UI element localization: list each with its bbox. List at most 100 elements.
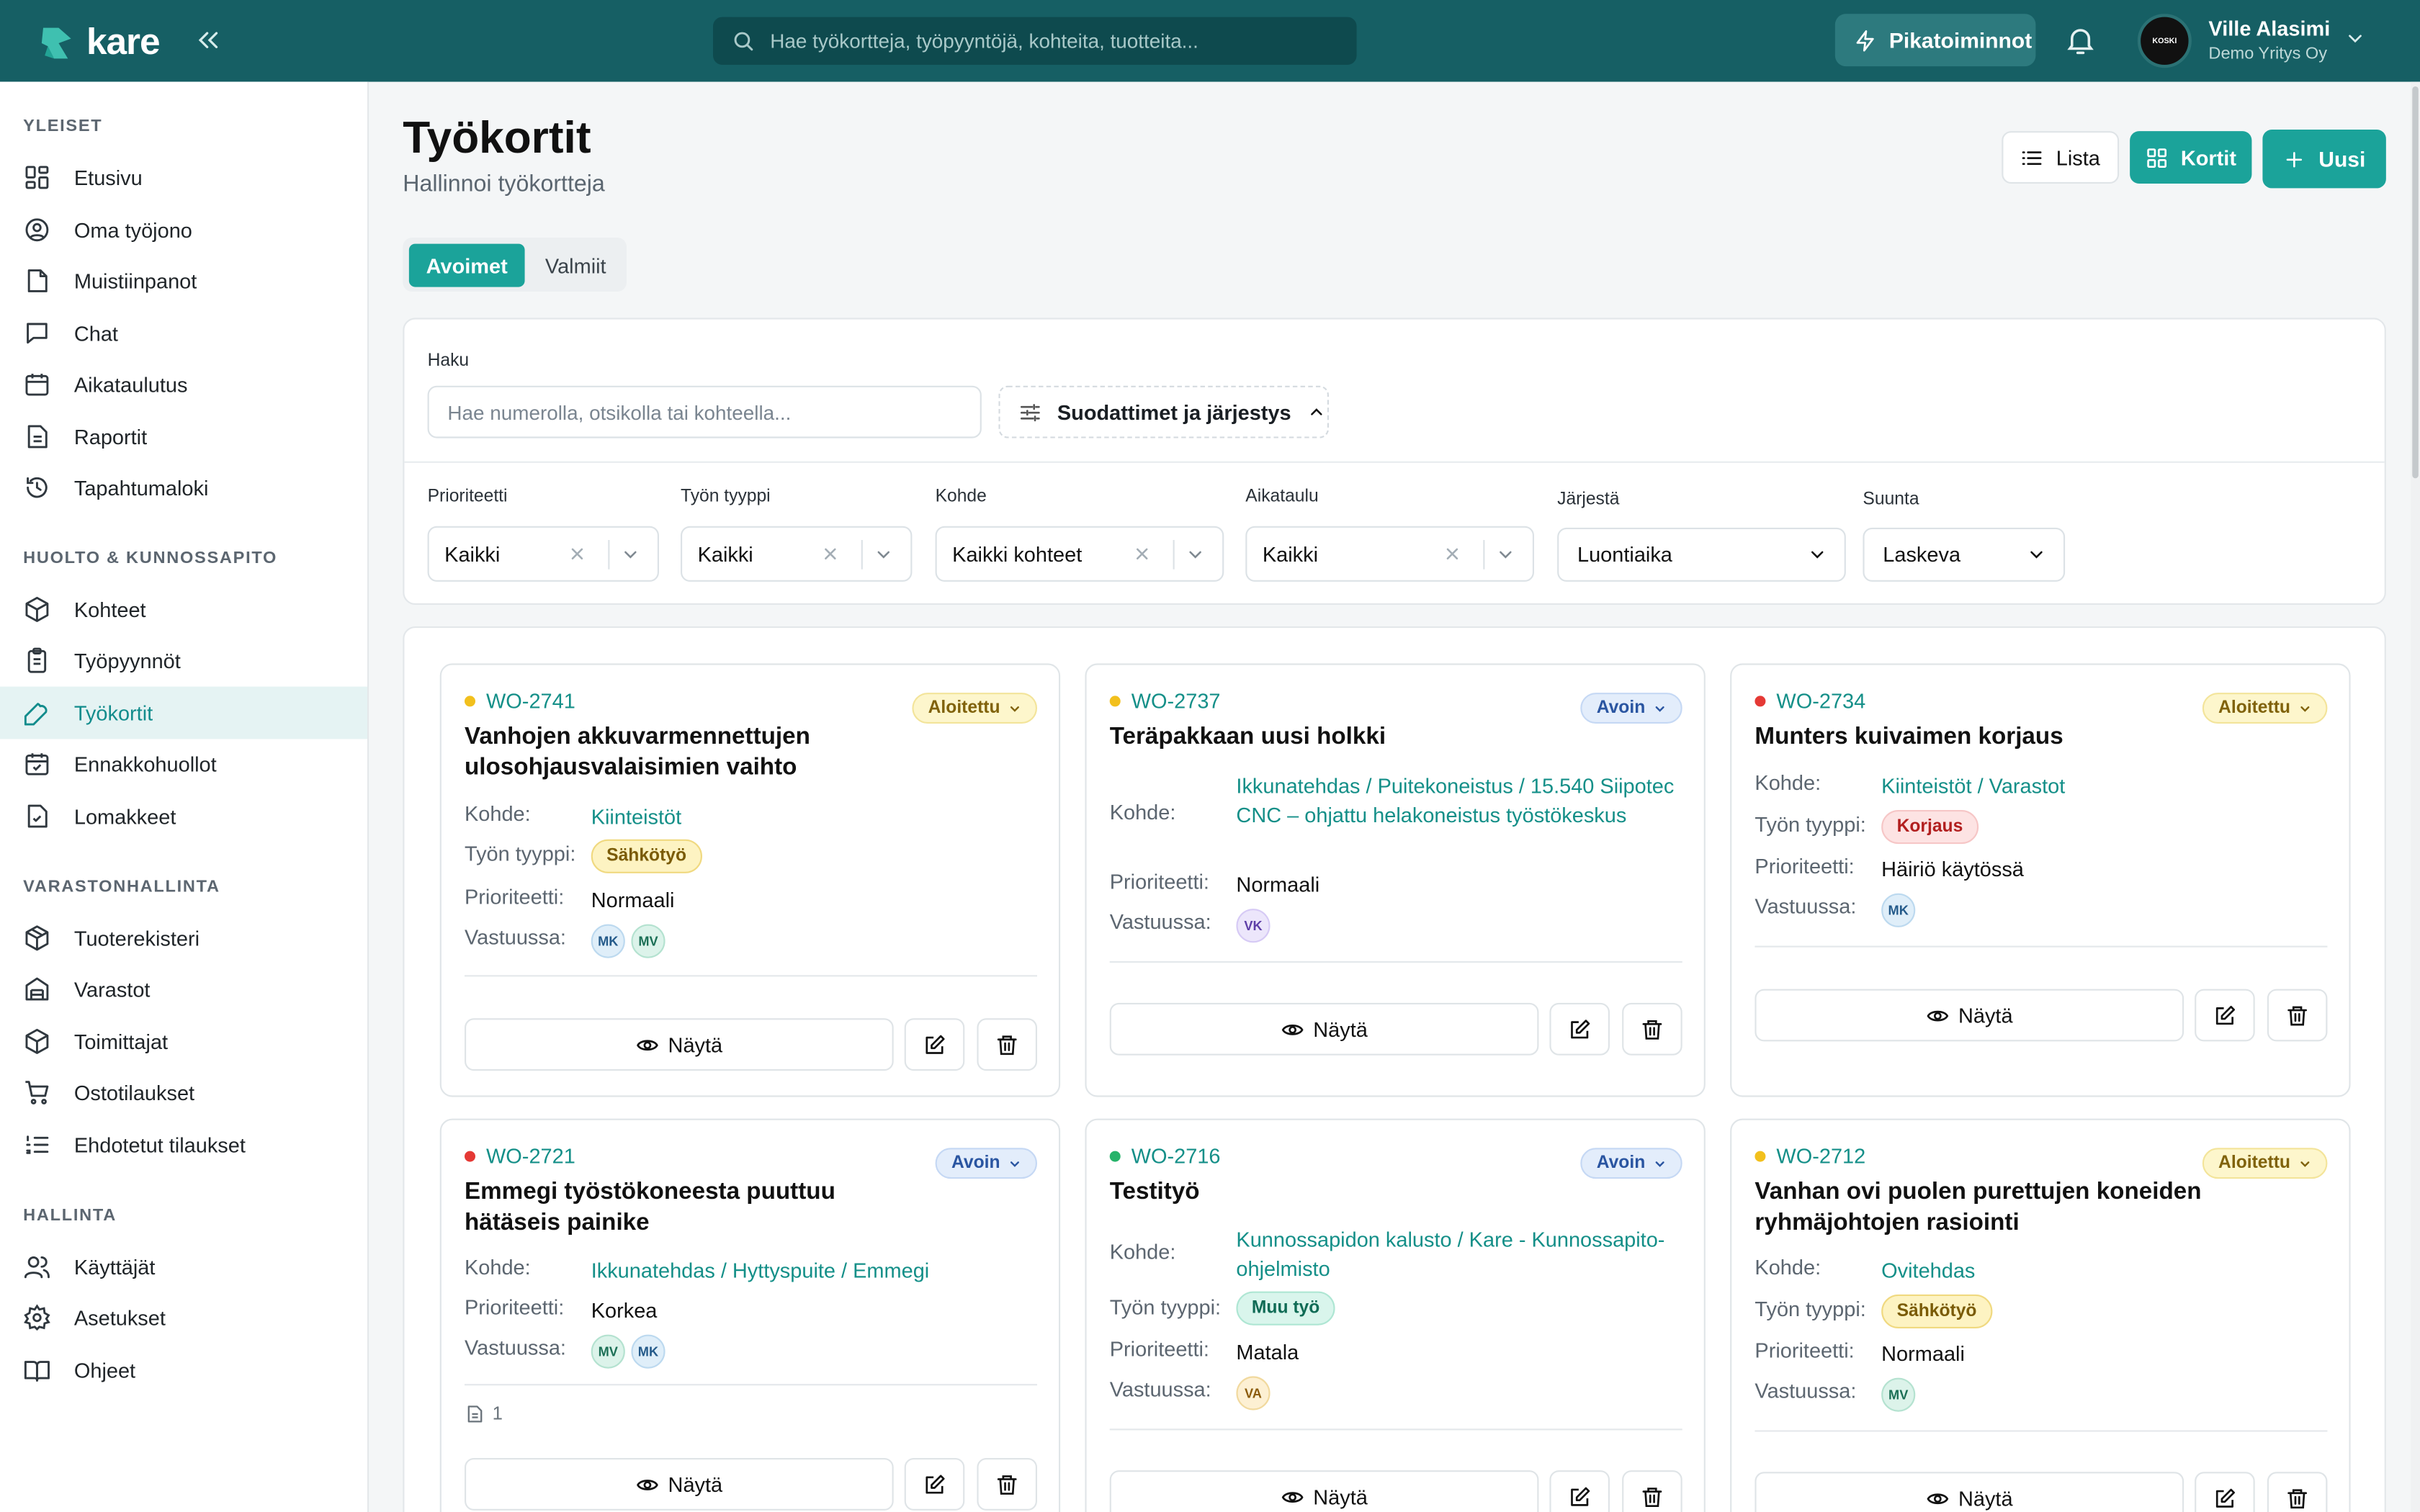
chevron-down-icon[interactable] bbox=[2344, 28, 2366, 50]
work-card[interactable]: WO-2712 Aloitettu Vanhan ovi puolen pure… bbox=[1730, 1118, 2351, 1512]
edit-button[interactable] bbox=[2195, 989, 2255, 1042]
edit-button[interactable] bbox=[1549, 1470, 1610, 1512]
delete-button[interactable] bbox=[977, 1018, 1037, 1071]
delete-button[interactable] bbox=[2267, 989, 2328, 1042]
logo[interactable]: kare bbox=[37, 22, 161, 65]
avatar[interactable]: MV bbox=[631, 924, 666, 958]
work-card[interactable]: WO-2737 Avoin Teräpakkaan uusi holkki Ko… bbox=[1085, 663, 1706, 1097]
status-badge[interactable]: Aloitettu bbox=[2202, 1148, 2328, 1179]
target-link[interactable]: Kiinteistöt / Varastot bbox=[1881, 771, 2329, 801]
edit-button[interactable] bbox=[1549, 1002, 1610, 1056]
target-link[interactable]: Ikkunatehdas / Hyttyspuite / Emmegi bbox=[591, 1256, 1039, 1285]
sidebar-item-raportit[interactable]: Raportit bbox=[0, 410, 367, 463]
clear-icon[interactable] bbox=[1133, 544, 1152, 563]
clear-icon[interactable] bbox=[821, 544, 840, 563]
edit-button[interactable] bbox=[2195, 1472, 2255, 1512]
avatar[interactable]: VA bbox=[1236, 1376, 1270, 1410]
chevron-down-icon[interactable] bbox=[1495, 544, 1515, 564]
view-button[interactable]: Näytä bbox=[1109, 1002, 1539, 1056]
delete-button[interactable] bbox=[1622, 1002, 1682, 1056]
edit-button[interactable] bbox=[904, 1018, 965, 1071]
work-order-id[interactable]: WO-2712 bbox=[1754, 1145, 1865, 1168]
work-card[interactable]: WO-2734 Aloitettu Munters kuivaimen korj… bbox=[1730, 663, 2351, 1097]
avatar[interactable]: MV bbox=[1881, 1377, 1916, 1412]
search-input[interactable]: Hae numerolla, otsikolla tai kohteella..… bbox=[427, 385, 982, 438]
sidebar-item-oma-tyojono[interactable]: Oma työjono bbox=[0, 204, 367, 256]
work-order-id[interactable]: WO-2737 bbox=[1109, 690, 1221, 713]
sidebar-item-kohteet[interactable]: Kohteet bbox=[0, 583, 367, 636]
sidebar-item-lomakkeet[interactable]: Lomakkeet bbox=[0, 790, 367, 842]
work-order-id[interactable]: WO-2721 bbox=[465, 1145, 575, 1168]
chevron-down-icon[interactable] bbox=[874, 544, 894, 564]
avatar[interactable]: MV bbox=[591, 1334, 625, 1369]
target-link[interactable]: Kunnossapidon kalusto / Kare - Kunnossap… bbox=[1236, 1225, 1683, 1283]
work-order-id[interactable]: WO-2734 bbox=[1754, 690, 1865, 713]
target-link[interactable]: Kiinteistöt bbox=[591, 802, 1039, 832]
sidebar-item-ehdotetut-tilaukset[interactable]: Ehdotetut tilaukset bbox=[0, 1119, 367, 1171]
tab-valmiit[interactable]: Valmiit bbox=[531, 244, 620, 287]
avatar[interactable]: MK bbox=[591, 924, 625, 958]
user-name[interactable]: Ville Alasimi bbox=[2208, 17, 2330, 40]
sidebar-item-tuoterekisteri[interactable]: Tuoterekisteri bbox=[0, 912, 367, 964]
avatar[interactable]: MK bbox=[631, 1334, 666, 1369]
sidebar-item-ostotilaukset[interactable]: Ostotilaukset bbox=[0, 1066, 367, 1119]
scrollbar-thumb[interactable] bbox=[2412, 86, 2419, 479]
cards-view-button[interactable]: Kortit bbox=[2130, 131, 2252, 184]
view-button[interactable]: Näytä bbox=[1754, 989, 2184, 1042]
sidebar-item-muistiinpanot[interactable]: Muistiinpanot bbox=[0, 255, 367, 307]
schedule-select[interactable]: Kaikki bbox=[1245, 526, 1534, 582]
work-type-select[interactable]: Kaikki bbox=[681, 526, 913, 582]
sidebar-item-ohjeet[interactable]: Ohjeet bbox=[0, 1344, 367, 1396]
edit-button[interactable] bbox=[904, 1457, 965, 1511]
delete-button[interactable] bbox=[977, 1457, 1037, 1511]
avatar[interactable]: MK bbox=[1881, 893, 1916, 927]
status-badge[interactable]: Aloitettu bbox=[913, 693, 1037, 724]
delete-button[interactable] bbox=[2267, 1472, 2328, 1512]
sidebar-item-etusivu[interactable]: Etusivu bbox=[0, 151, 367, 204]
work-card[interactable]: WO-2741 Aloitettu Vanhojen akkuvarmennet… bbox=[439, 663, 1061, 1097]
work-order-id[interactable]: WO-2716 bbox=[1109, 1145, 1221, 1168]
sidebar-item-ennakkohuollot[interactable]: Ennakkohuollot bbox=[0, 737, 367, 790]
target-link[interactable]: Ovitehdas bbox=[1881, 1256, 2329, 1285]
tab-avoimet[interactable]: Avoimet bbox=[408, 243, 525, 287]
sidebar-item-aikataulutus[interactable]: Aikataulutus bbox=[0, 358, 367, 410]
sidebar-item-toimittajat[interactable]: Toimittajat bbox=[0, 1015, 367, 1068]
global-search-input[interactable]: Hae työkortteja, työpyyntöjä, kohteita, … bbox=[712, 17, 1357, 66]
clear-icon[interactable] bbox=[568, 544, 587, 563]
sidebar-item-tapahtumaloki[interactable]: Tapahtumaloki bbox=[0, 462, 367, 514]
chevron-down-icon[interactable] bbox=[1186, 544, 1206, 564]
work-order-id[interactable]: WO-2741 bbox=[465, 690, 575, 713]
avatar[interactable]: VK bbox=[1236, 909, 1270, 943]
user-avatar[interactable]: KOSKI bbox=[2137, 14, 2192, 68]
sidebar-item-kayttajat[interactable]: Käyttäjät bbox=[0, 1241, 367, 1293]
quick-actions-button[interactable]: Pikatoiminnot bbox=[1834, 14, 2036, 67]
list-view-button[interactable]: Lista bbox=[2002, 131, 2120, 184]
sort-select[interactable]: Luontiaika bbox=[1557, 527, 1846, 582]
chevron-down-icon[interactable] bbox=[620, 544, 640, 564]
target-select[interactable]: Kaikki kohteet bbox=[935, 526, 1224, 582]
view-button[interactable]: Näytä bbox=[465, 1457, 894, 1511]
status-badge[interactable]: Avoin bbox=[936, 1148, 1037, 1179]
direction-select[interactable]: Laskeva bbox=[1863, 527, 2066, 582]
sidebar-item-varastot[interactable]: Varastot bbox=[0, 963, 367, 1015]
filters-toggle-button[interactable]: Suodattimet ja järjestys bbox=[998, 385, 1329, 438]
view-button[interactable]: Näytä bbox=[1109, 1470, 1539, 1512]
view-button[interactable]: Näytä bbox=[1754, 1472, 2184, 1512]
status-badge[interactable]: Aloitettu bbox=[2202, 693, 2328, 724]
work-card[interactable]: WO-2721 Avoin Emmegi työstökoneesta puut… bbox=[439, 1118, 1061, 1512]
priority-select[interactable]: Kaikki bbox=[427, 526, 659, 582]
new-button[interactable]: Uusi bbox=[2262, 130, 2386, 189]
sidebar-item-tyokortit[interactable]: Työkortit bbox=[0, 686, 367, 739]
clear-icon[interactable] bbox=[1443, 544, 1462, 563]
work-card[interactable]: WO-2716 Avoin Testityö Kohde: Kunnossapi… bbox=[1085, 1118, 1706, 1512]
target-link[interactable]: Ikkunatehdas / Puitekoneistus / 15.540 S… bbox=[1236, 771, 1683, 829]
status-badge[interactable]: Avoin bbox=[1581, 693, 1682, 724]
delete-button[interactable] bbox=[1622, 1470, 1682, 1512]
sidebar-item-chat[interactable]: Chat bbox=[0, 307, 367, 359]
view-button[interactable]: Näytä bbox=[465, 1018, 894, 1071]
sidebar-item-tyopyynnot[interactable]: Työpyynnöt bbox=[0, 634, 367, 687]
status-badge[interactable]: Avoin bbox=[1581, 1148, 1682, 1179]
collapse-sidebar-icon[interactable] bbox=[192, 23, 225, 57]
sidebar-item-asetukset[interactable]: Asetukset bbox=[0, 1292, 367, 1344]
notifications-bell-icon[interactable] bbox=[2063, 23, 2097, 57]
